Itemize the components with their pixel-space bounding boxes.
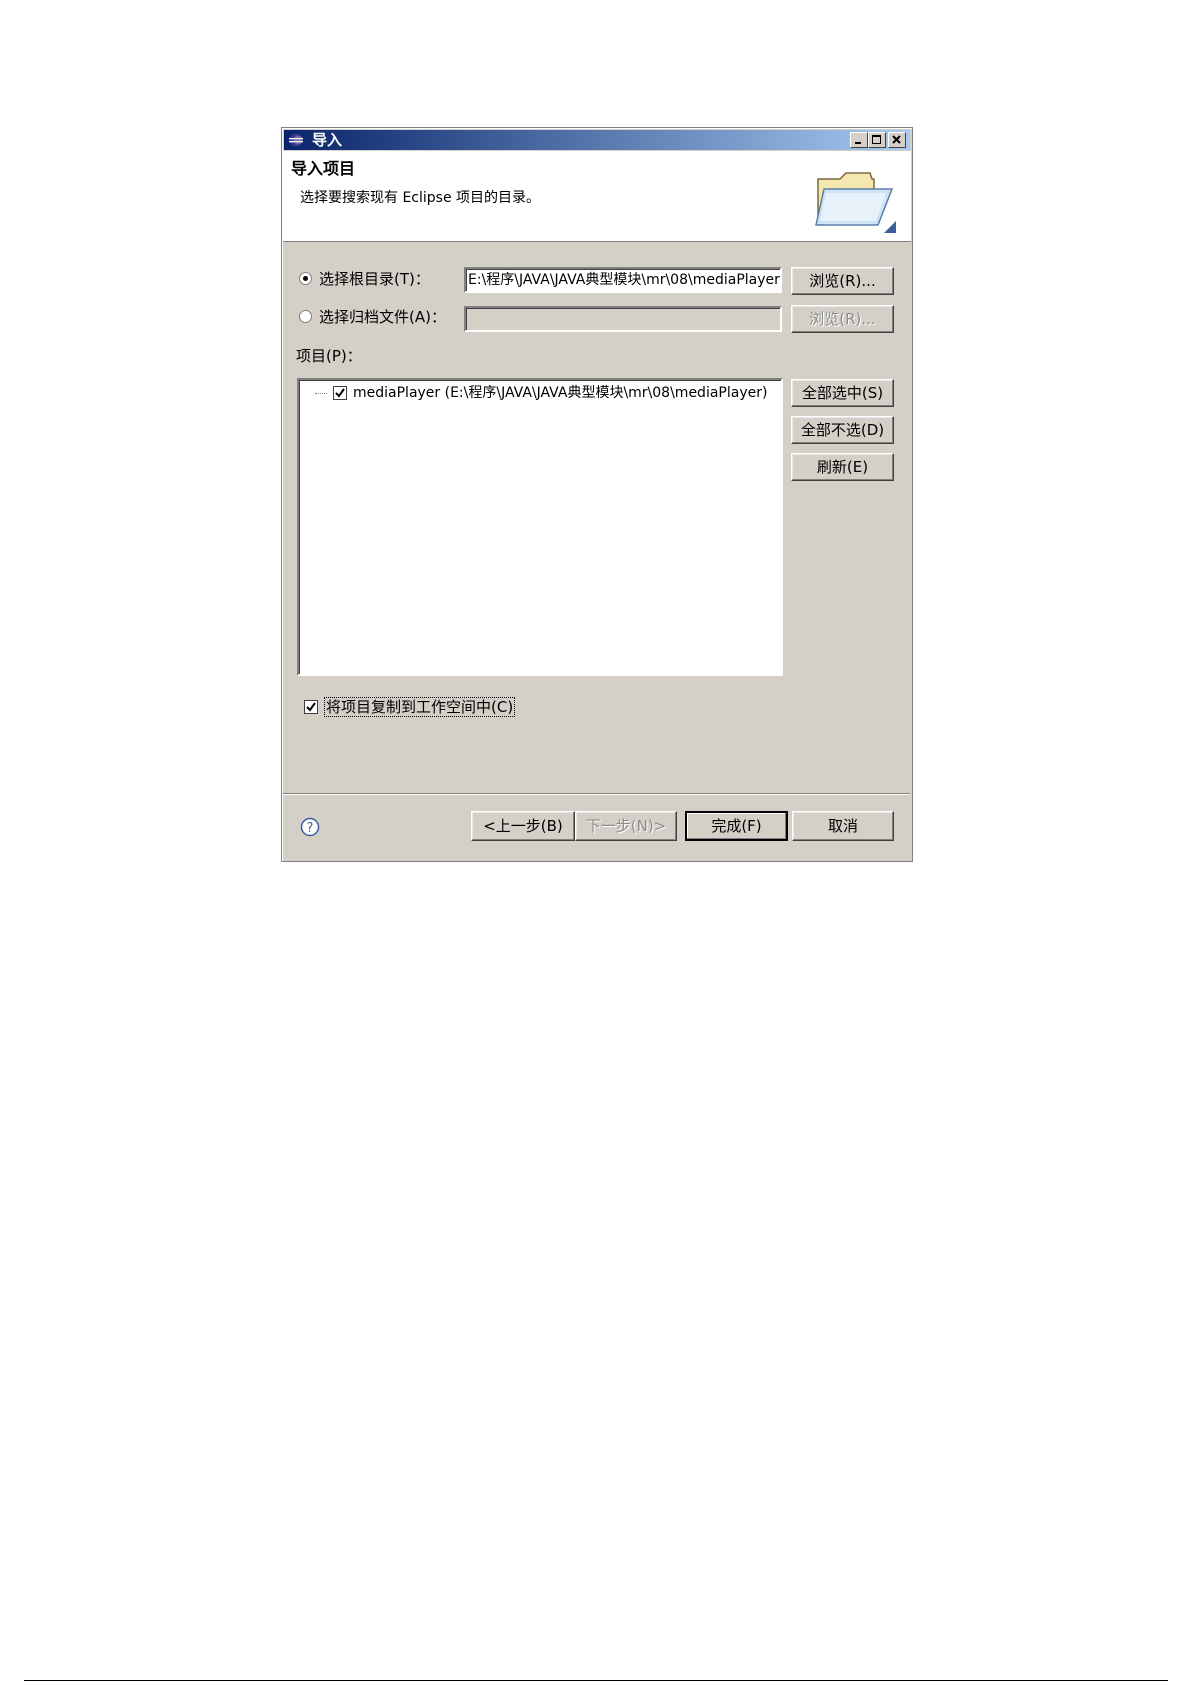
footer-separator [283, 793, 910, 795]
projects-tree[interactable]: mediaPlayer (E:\程序\JAVA\JAVA典型模块\mr\08\m… [297, 378, 783, 676]
minimize-button[interactable] [850, 132, 868, 148]
tree-connector [315, 393, 327, 394]
eclipse-icon [289, 133, 303, 147]
project-checkbox[interactable] [333, 386, 347, 400]
svg-text:?: ? [307, 821, 314, 836]
root-directory-radio[interactable] [299, 272, 312, 285]
root-directory-label: 选择根目录(T)： [319, 270, 430, 288]
title-bar[interactable]: 导入 [284, 130, 910, 150]
page-bottom-rule [24, 1680, 1168, 1681]
next-button[interactable]: 下一步(N)> [575, 811, 677, 841]
banner-description: 选择要搜索现有 Eclipse 项目的目录。 [300, 190, 541, 206]
minimize-icon [855, 142, 861, 144]
banner-title: 导入项目 [291, 159, 356, 178]
finish-button[interactable]: 完成(F) [685, 811, 788, 841]
maximize-button[interactable] [868, 132, 886, 148]
back-button[interactable]: <上一步(B) [471, 811, 575, 841]
close-icon [892, 135, 901, 144]
close-button[interactable] [888, 132, 906, 148]
root-directory-input[interactable]: E:\程序\JAVA\JAVA典型模块\mr\08\mediaPlayer [464, 267, 782, 293]
copy-to-workspace-checkbox[interactable] [304, 700, 318, 714]
select-all-button[interactable]: 全部选中(S) [791, 379, 894, 407]
copy-to-workspace-label[interactable]: 将项目复制到工作空间中(C) [323, 697, 516, 717]
archive-file-radio[interactable] [299, 310, 312, 323]
checkmark-icon [335, 388, 345, 398]
archive-file-input[interactable] [464, 306, 782, 332]
project-item-label[interactable]: mediaPlayer (E:\程序\JAVA\JAVA典型模块\mr\08\m… [353, 384, 767, 402]
folder-icon [815, 172, 896, 233]
archive-file-label: 选择归档文件(A)： [319, 308, 446, 326]
maximize-icon [872, 135, 881, 144]
cancel-button[interactable]: 取消 [792, 811, 894, 841]
window-title: 导入 [312, 131, 343, 149]
browse-root-button[interactable]: 浏览(R)... [791, 267, 894, 295]
checkmark-icon [306, 702, 316, 712]
help-icon[interactable]: ? [300, 817, 320, 837]
projects-label: 项目(P)： [296, 347, 362, 365]
deselect-all-button[interactable]: 全部不选(D) [791, 416, 894, 444]
browse-archive-button[interactable]: 浏览(R)... [791, 305, 894, 333]
refresh-button[interactable]: 刷新(E) [791, 453, 894, 481]
